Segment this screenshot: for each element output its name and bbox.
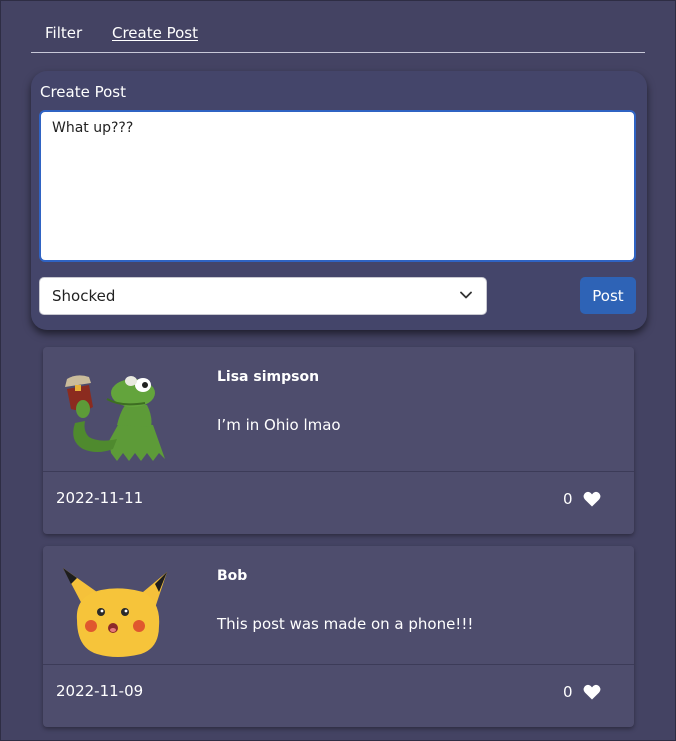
tab-filter[interactable]: Filter (45, 24, 82, 42)
post-date: 2022-11-11 (56, 489, 144, 507)
post-divider (43, 664, 634, 665)
like-button[interactable]: 0 (563, 490, 601, 508)
post-text: I’m in Ohio lmao (217, 416, 341, 434)
tab-create-post[interactable]: Create Post (112, 24, 198, 42)
post-card: Bob This post was made on a phone!!! 202… (43, 546, 634, 727)
post-button[interactable]: Post (580, 277, 636, 314)
like-count: 0 (563, 683, 573, 701)
chevron-down-icon (460, 291, 472, 299)
create-post-title: Create Post (40, 83, 126, 101)
create-post-card: Create Post What up??? Shocked Post (31, 71, 647, 330)
like-count: 0 (563, 490, 573, 508)
surprised-pikachu-icon (63, 568, 167, 657)
mood-select-value: Shocked (52, 287, 116, 305)
post-date: 2022-11-09 (56, 682, 144, 700)
heart-icon (583, 684, 600, 700)
like-button[interactable]: 0 (563, 683, 601, 701)
post-author: Bob (217, 568, 248, 584)
post-author: Lisa simpson (217, 369, 320, 385)
kermit-tea-icon (65, 375, 165, 461)
post-text: This post was made on a phone!!! (217, 615, 474, 633)
mood-select[interactable]: Shocked (39, 277, 487, 315)
heart-icon (583, 491, 600, 507)
post-divider (43, 471, 634, 472)
post-card: Lisa simpson I’m in Ohio lmao 2022-11-11… (43, 347, 634, 534)
tab-bar: Filter Create Post (31, 0, 645, 53)
post-text-input[interactable]: What up??? (39, 110, 636, 262)
